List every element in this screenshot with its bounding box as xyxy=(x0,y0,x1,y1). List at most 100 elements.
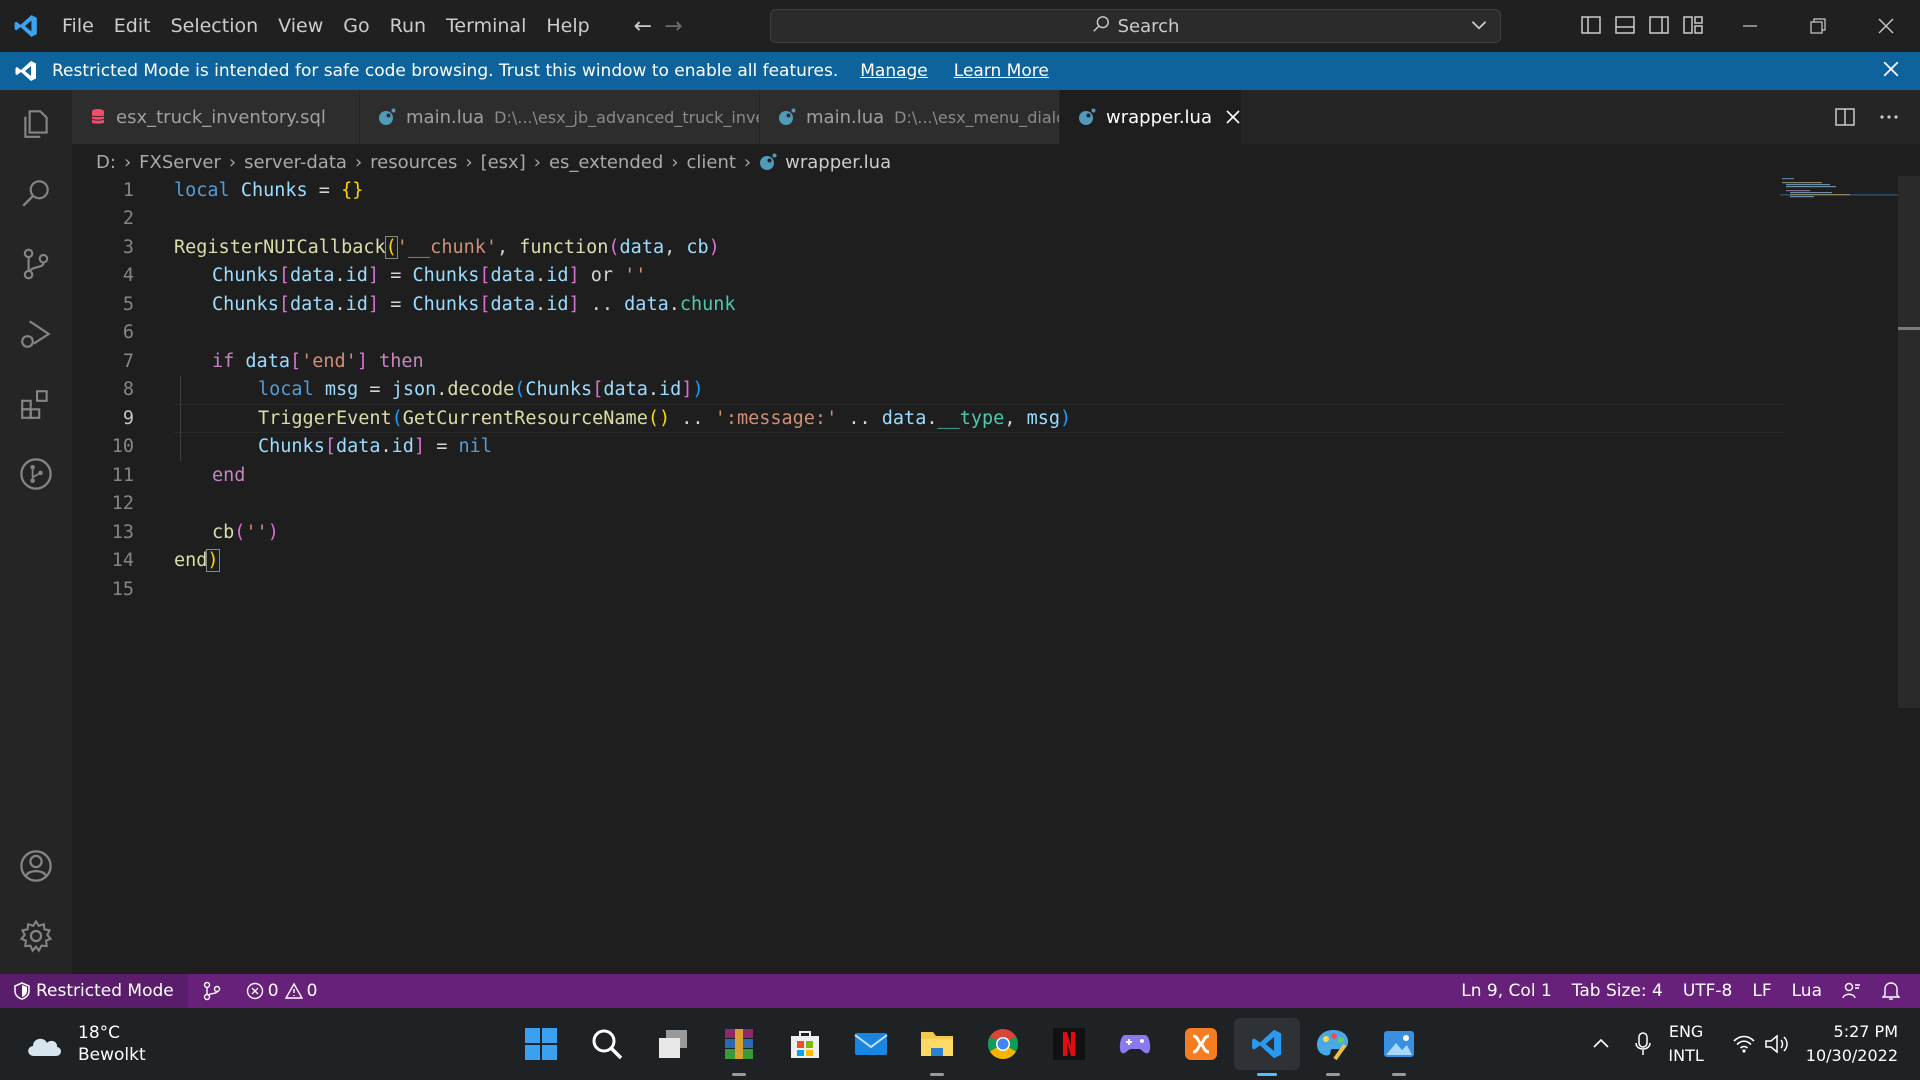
taskbar-search-icon[interactable] xyxy=(574,1018,640,1070)
toggle-secondary-sidebar-icon[interactable] xyxy=(1648,14,1670,36)
code-line: 11 end xyxy=(72,461,1772,490)
menu-selection[interactable]: Selection xyxy=(161,0,269,52)
tab-main-lua-truck-inventory[interactable]: main.lua D:\...\esx_jb_advanced_truck_in… xyxy=(360,90,760,144)
task-view-icon[interactable] xyxy=(640,1018,706,1070)
language-mode[interactable]: Lua xyxy=(1782,981,1832,1001)
cursor-position[interactable]: Ln 9, Col 1 xyxy=(1451,981,1562,1001)
game-controller-icon[interactable] xyxy=(1102,1018,1168,1070)
split-editor-icon[interactable] xyxy=(1834,106,1856,128)
layout-controls xyxy=(1580,14,1704,36)
warning-icon xyxy=(284,982,303,999)
breadcrumb-item[interactable]: es_extended xyxy=(549,152,663,173)
source-control-icon[interactable] xyxy=(16,244,56,284)
remote-indicator[interactable] xyxy=(188,981,236,1001)
lua-icon xyxy=(760,153,777,170)
breadcrumb-file[interactable]: wrapper.lua xyxy=(759,152,891,173)
mail-icon[interactable] xyxy=(838,1018,904,1070)
keyboard-layout: INTL xyxy=(1668,1046,1704,1065)
tab-wrapper-lua[interactable]: wrapper.lua xyxy=(1060,90,1242,144)
search-icon[interactable] xyxy=(16,174,56,214)
toggle-panel-icon[interactable] xyxy=(1614,14,1636,36)
vertical-scrollbar[interactable] xyxy=(1898,176,1920,708)
back-arrow-icon[interactable]: ← xyxy=(634,14,652,39)
close-icon[interactable] xyxy=(1226,110,1240,124)
code-editor[interactable]: 1 local Chunks = {} 2 3 RegisterNUICallb… xyxy=(72,176,1920,974)
toggle-primary-sidebar-icon[interactable] xyxy=(1580,14,1602,36)
banner-message: Restricted Mode is intended for safe cod… xyxy=(52,61,839,81)
forward-arrow-icon[interactable]: → xyxy=(664,14,682,39)
minimize-icon[interactable] xyxy=(1716,0,1784,52)
line-number: 3 xyxy=(122,236,134,258)
close-icon[interactable] xyxy=(1882,60,1900,83)
explorer-icon[interactable] xyxy=(16,104,56,144)
input-language[interactable]: ENG INTL xyxy=(1668,1020,1703,1068)
learn-more-link[interactable]: Learn More xyxy=(954,61,1049,81)
problems-indicator[interactable]: 0 0 xyxy=(236,981,328,1001)
netflix-icon[interactable] xyxy=(1036,1018,1102,1070)
xampp-icon[interactable] xyxy=(1168,1018,1234,1070)
encoding[interactable]: UTF-8 xyxy=(1673,981,1743,1001)
git-graph-icon[interactable] xyxy=(16,454,56,494)
breadcrumb-item[interactable]: server-data xyxy=(244,152,347,173)
tab-main-lua-menu-dialog[interactable]: main.lua D:\...\esx_menu_dialog\... xyxy=(760,90,1060,144)
menu-run[interactable]: Run xyxy=(380,0,436,52)
error-icon xyxy=(246,982,263,1000)
code-text: end) xyxy=(174,549,220,573)
vscode-logo-icon xyxy=(0,0,52,52)
accounts-icon[interactable] xyxy=(16,846,56,886)
microphone-icon[interactable] xyxy=(1634,1031,1652,1057)
menu-view[interactable]: View xyxy=(268,0,333,52)
run-and-debug-icon[interactable] xyxy=(16,314,56,354)
extensions-icon[interactable] xyxy=(16,384,56,424)
file-explorer-icon[interactable] xyxy=(904,1018,970,1076)
chevron-up-icon[interactable] xyxy=(1592,1035,1610,1053)
tab-size[interactable]: Tab Size: 4 xyxy=(1562,981,1673,1001)
code-text: end xyxy=(212,464,246,486)
wifi-icon[interactable] xyxy=(1732,1034,1756,1054)
restricted-mode-indicator[interactable]: Restricted Mode xyxy=(0,974,188,1008)
line-number: 15 xyxy=(111,578,134,600)
command-center-search[interactable]: Search xyxy=(770,9,1501,43)
breadcrumb-item[interactable]: FXServer xyxy=(139,152,221,173)
microsoft-store-icon[interactable] xyxy=(772,1018,838,1070)
windows-start-icon[interactable] xyxy=(508,1018,574,1070)
paint-icon[interactable] xyxy=(1300,1018,1366,1076)
menu-help[interactable]: Help xyxy=(536,0,599,52)
weather-description: Bewolkt xyxy=(78,1045,146,1065)
menu-go[interactable]: Go xyxy=(333,0,379,52)
feedback-icon[interactable] xyxy=(1832,981,1872,1001)
volume-icon[interactable] xyxy=(1764,1033,1790,1055)
close-window-icon[interactable] xyxy=(1852,0,1920,52)
menu-edit[interactable]: Edit xyxy=(104,0,161,52)
end-of-line[interactable]: LF xyxy=(1742,981,1781,1001)
breadcrumb: D: › FXServer › server-data › resources › [e… xyxy=(96,148,891,176)
winrar-icon[interactable] xyxy=(706,1018,772,1076)
gear-icon[interactable] xyxy=(16,916,56,956)
weather-widget[interactable]: 18°C Bewolkt xyxy=(24,1022,146,1066)
photos-icon[interactable] xyxy=(1366,1018,1432,1076)
tab-esx-truck-inventory-sql[interactable]: esx_truck_inventory.sql xyxy=(72,90,360,144)
restore-icon[interactable] xyxy=(1784,0,1852,52)
chrome-icon[interactable] xyxy=(970,1018,1036,1070)
taskbar-apps xyxy=(508,1018,1432,1076)
menu-terminal[interactable]: Terminal xyxy=(436,0,536,52)
vscode-taskbar-icon[interactable] xyxy=(1234,1018,1300,1076)
customize-layout-icon[interactable] xyxy=(1682,14,1704,36)
more-actions-icon[interactable] xyxy=(1878,106,1900,128)
language-code: ENG xyxy=(1668,1022,1704,1041)
menu-file[interactable]: File xyxy=(52,0,104,52)
breadcrumb-item[interactable]: client xyxy=(686,152,735,173)
line-number: 7 xyxy=(122,350,134,372)
line-number: 10 xyxy=(111,436,134,458)
clock-date: 10/30/2022 xyxy=(1805,1046,1898,1065)
chevron-down-icon[interactable] xyxy=(1468,14,1490,41)
manage-link[interactable]: Manage xyxy=(860,61,928,81)
code-line-current: 9 TriggerEvent(GetCurrentResourceName() … xyxy=(72,404,1772,433)
breadcrumb-item[interactable]: resources xyxy=(370,152,457,173)
minimap[interactable] xyxy=(1780,176,1900,206)
notifications-bell-icon[interactable] xyxy=(1872,981,1910,1001)
breadcrumb-item[interactable]: D: xyxy=(96,152,116,173)
clock[interactable]: 5:27 PM 10/30/2022 xyxy=(1806,1020,1898,1068)
breadcrumb-item[interactable]: [esx] xyxy=(481,152,526,173)
editor-actions xyxy=(1834,106,1900,128)
